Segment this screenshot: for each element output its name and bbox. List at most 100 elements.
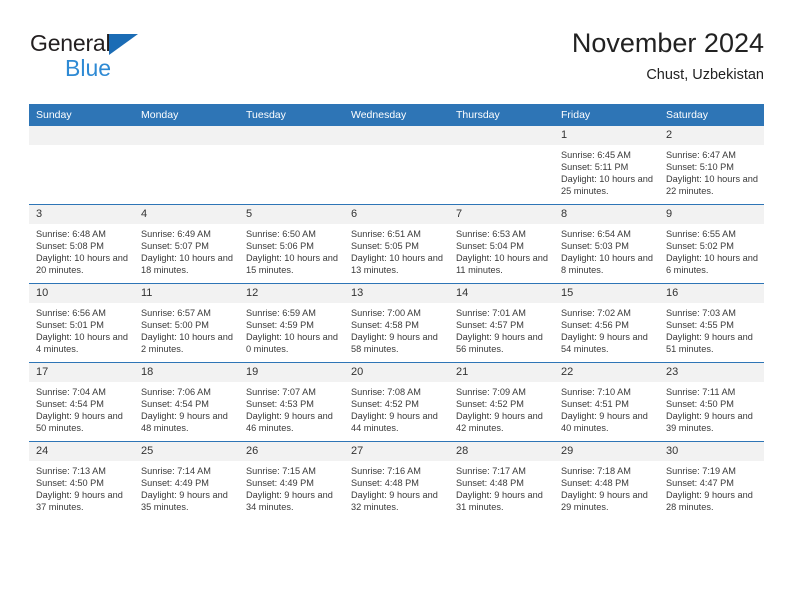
daylight-text: Daylight: 9 hours and 42 minutes. <box>456 411 543 434</box>
calendar-day-cell[interactable]: 26 Sunrise: 7:15 AM Sunset: 4:49 PM Dayligh… <box>239 441 344 520</box>
day-details: Sunrise: 7:16 AM Sunset: 4:48 PM Daylight:… <box>344 461 449 513</box>
calendar-day-cell[interactable]: 4 Sunrise: 6:49 AM Sunset: 5:07 PM Daylight… <box>134 204 239 284</box>
sunset-text: Sunset: 5:03 PM <box>561 241 629 252</box>
day-number: 3 <box>29 205 134 224</box>
sunrise-text: Sunrise: 6:59 AM <box>246 308 316 318</box>
calendar-week-row: 24 Sunrise: 7:13 AM Sunset: 4:50 PM Dayligh… <box>29 441 764 520</box>
calendar-day-cell[interactable]: 8 Sunrise: 6:54 AM Sunset: 5:03 PM Daylight… <box>554 204 659 284</box>
calendar-day-cell[interactable]: 19 Sunrise: 7:07 AM Sunset: 4:53 PM Dayligh… <box>239 362 344 442</box>
calendar-cell-empty <box>239 126 344 205</box>
calendar-cell-empty <box>29 126 134 205</box>
sunrise-text: Sunrise: 7:16 AM <box>351 466 421 476</box>
title-block: November 2024 Chust, Uzbekistan <box>572 28 764 83</box>
sunrise-text: Sunrise: 7:18 AM <box>561 466 631 476</box>
day-number: 4 <box>134 205 239 224</box>
daylight-text: Daylight: 9 hours and 48 minutes. <box>141 411 228 434</box>
day-details: Sunrise: 6:50 AM Sunset: 5:06 PM Daylight:… <box>239 224 344 276</box>
daylight-text: Daylight: 10 hours and 15 minutes. <box>246 253 338 276</box>
sunrise-text: Sunrise: 7:07 AM <box>246 387 316 397</box>
calendar-body: 1 Sunrise: 6:45 AM Sunset: 5:11 PM Daylight… <box>29 126 764 520</box>
day-details: Sunrise: 7:03 AM Sunset: 4:55 PM Daylight:… <box>659 303 764 355</box>
calendar-day-cell[interactable]: 30 Sunrise: 7:19 AM Sunset: 4:47 PM Dayligh… <box>659 441 764 520</box>
calendar-day-cell[interactable]: 6 Sunrise: 6:51 AM Sunset: 5:05 PM Daylight… <box>344 204 449 284</box>
day-number: 19 <box>239 363 344 382</box>
day-details: Sunrise: 7:01 AM Sunset: 4:57 PM Daylight:… <box>449 303 554 355</box>
sunrise-text: Sunrise: 6:54 AM <box>561 229 631 239</box>
calendar-week-row: 17 Sunrise: 7:04 AM Sunset: 4:54 PM Dayligh… <box>29 362 764 442</box>
daylight-text: Daylight: 9 hours and 31 minutes. <box>456 490 543 513</box>
day-number: 14 <box>449 284 554 303</box>
day-number: 27 <box>344 442 449 461</box>
day-details: Sunrise: 7:07 AM Sunset: 4:53 PM Daylight:… <box>239 382 344 434</box>
day-details: Sunrise: 6:48 AM Sunset: 5:08 PM Daylight:… <box>29 224 134 276</box>
day-number: 29 <box>554 442 659 461</box>
day-number: 24 <box>29 442 134 461</box>
calendar-day-cell[interactable]: 21 Sunrise: 7:09 AM Sunset: 4:52 PM Dayligh… <box>449 362 554 442</box>
calendar-day-cell[interactable]: 22 Sunrise: 7:10 AM Sunset: 4:51 PM Dayligh… <box>554 362 659 442</box>
sunset-text: Sunset: 5:02 PM <box>666 241 734 252</box>
day-details: Sunrise: 7:08 AM Sunset: 4:52 PM Daylight:… <box>344 382 449 434</box>
sunrise-text: Sunrise: 6:49 AM <box>141 229 211 239</box>
daylight-text: Daylight: 9 hours and 35 minutes. <box>141 490 228 513</box>
calendar-week-row: 3 Sunrise: 6:48 AM Sunset: 5:08 PM Daylight… <box>29 204 764 284</box>
weekday-header-friday: Friday <box>554 104 659 126</box>
calendar-day-cell[interactable]: 23 Sunrise: 7:11 AM Sunset: 4:50 PM Dayligh… <box>659 362 764 442</box>
daylight-text: Daylight: 9 hours and 54 minutes. <box>561 332 648 355</box>
brand-logo[interactable]: General Blue <box>30 32 250 88</box>
sunrise-text: Sunrise: 7:04 AM <box>36 387 106 397</box>
triangle-flag-icon <box>109 34 139 55</box>
sunrise-text: Sunrise: 6:56 AM <box>36 308 106 318</box>
sunrise-text: Sunrise: 7:03 AM <box>666 308 736 318</box>
calendar-day-cell[interactable]: 28 Sunrise: 7:17 AM Sunset: 4:48 PM Dayligh… <box>449 441 554 520</box>
day-number: 28 <box>449 442 554 461</box>
day-number: 20 <box>344 363 449 382</box>
calendar-day-cell[interactable]: 9 Sunrise: 6:55 AM Sunset: 5:02 PM Daylight… <box>659 204 764 284</box>
sunset-text: Sunset: 4:59 PM <box>246 320 314 331</box>
page-title: November 2024 <box>571 28 764 58</box>
daylight-text: Daylight: 10 hours and 2 minutes. <box>141 332 233 355</box>
day-number: 2 <box>659 126 764 145</box>
calendar-day-cell[interactable]: 15 Sunrise: 7:02 AM Sunset: 4:56 PM Dayligh… <box>554 283 659 363</box>
sunset-text: Sunset: 4:50 PM <box>666 399 734 410</box>
day-number: 5 <box>239 205 344 224</box>
calendar-page: General Blue November 2024 Chust, Uzbeki… <box>0 0 792 612</box>
brand-name-blue: Blue <box>65 55 112 81</box>
sunset-text: Sunset: 5:07 PM <box>141 241 209 252</box>
day-details: Sunrise: 7:15 AM Sunset: 4:49 PM Daylight:… <box>239 461 344 513</box>
daylight-text: Daylight: 10 hours and 0 minutes. <box>246 332 338 355</box>
calendar-day-cell[interactable]: 11 Sunrise: 6:57 AM Sunset: 5:00 PM Dayligh… <box>134 283 239 363</box>
calendar-day-cell[interactable]: 2 Sunrise: 6:47 AM Sunset: 5:10 PM Daylight… <box>659 126 764 205</box>
day-number <box>29 126 134 145</box>
calendar-day-cell[interactable]: 1 Sunrise: 6:45 AM Sunset: 5:11 PM Daylight… <box>554 126 659 205</box>
calendar-day-cell[interactable]: 16 Sunrise: 7:03 AM Sunset: 4:55 PM Dayligh… <box>659 283 764 363</box>
calendar-day-cell[interactable]: 12 Sunrise: 6:59 AM Sunset: 4:59 PM Dayligh… <box>239 283 344 363</box>
day-details: Sunrise: 7:11 AM Sunset: 4:50 PM Daylight:… <box>659 382 764 434</box>
day-number: 25 <box>134 442 239 461</box>
calendar-day-cell[interactable]: 27 Sunrise: 7:16 AM Sunset: 4:48 PM Dayligh… <box>344 441 449 520</box>
weekday-header-row: Sunday Monday Tuesday Wednesday Thursday… <box>29 104 764 126</box>
sunset-text: Sunset: 4:47 PM <box>666 478 734 489</box>
sunset-text: Sunset: 5:06 PM <box>246 241 314 252</box>
day-number: 18 <box>134 363 239 382</box>
sunset-text: Sunset: 4:49 PM <box>141 478 209 489</box>
calendar-day-cell[interactable]: 20 Sunrise: 7:08 AM Sunset: 4:52 PM Dayligh… <box>344 362 449 442</box>
sunrise-text: Sunrise: 7:14 AM <box>141 466 211 476</box>
calendar-day-cell[interactable]: 18 Sunrise: 7:06 AM Sunset: 4:54 PM Dayligh… <box>134 362 239 442</box>
calendar-day-cell[interactable]: 5 Sunrise: 6:50 AM Sunset: 5:06 PM Daylight… <box>239 204 344 284</box>
calendar-cell-empty <box>134 126 239 205</box>
calendar-cell-empty <box>449 126 554 205</box>
calendar-day-cell[interactable]: 13 Sunrise: 7:00 AM Sunset: 4:58 PM Dayligh… <box>344 283 449 363</box>
calendar-day-cell[interactable]: 3 Sunrise: 6:48 AM Sunset: 5:08 PM Daylight… <box>29 204 134 284</box>
day-details: Sunrise: 7:18 AM Sunset: 4:48 PM Daylight:… <box>554 461 659 513</box>
calendar-day-cell[interactable]: 29 Sunrise: 7:18 AM Sunset: 4:48 PM Dayligh… <box>554 441 659 520</box>
calendar-day-cell[interactable]: 7 Sunrise: 6:53 AM Sunset: 5:04 PM Daylight… <box>449 204 554 284</box>
calendar-day-cell[interactable]: 14 Sunrise: 7:01 AM Sunset: 4:57 PM Dayligh… <box>449 283 554 363</box>
calendar-day-cell[interactable]: 17 Sunrise: 7:04 AM Sunset: 4:54 PM Dayligh… <box>29 362 134 442</box>
sunset-text: Sunset: 4:48 PM <box>456 478 524 489</box>
calendar-day-cell[interactable]: 25 Sunrise: 7:14 AM Sunset: 4:49 PM Dayligh… <box>134 441 239 520</box>
sunset-text: Sunset: 4:57 PM <box>456 320 524 331</box>
daylight-text: Daylight: 9 hours and 50 minutes. <box>36 411 123 434</box>
calendar-day-cell[interactable]: 10 Sunrise: 6:56 AM Sunset: 5:01 PM Dayligh… <box>29 283 134 363</box>
calendar-day-cell[interactable]: 24 Sunrise: 7:13 AM Sunset: 4:50 PM Dayligh… <box>29 441 134 520</box>
sunrise-text: Sunrise: 7:08 AM <box>351 387 421 397</box>
